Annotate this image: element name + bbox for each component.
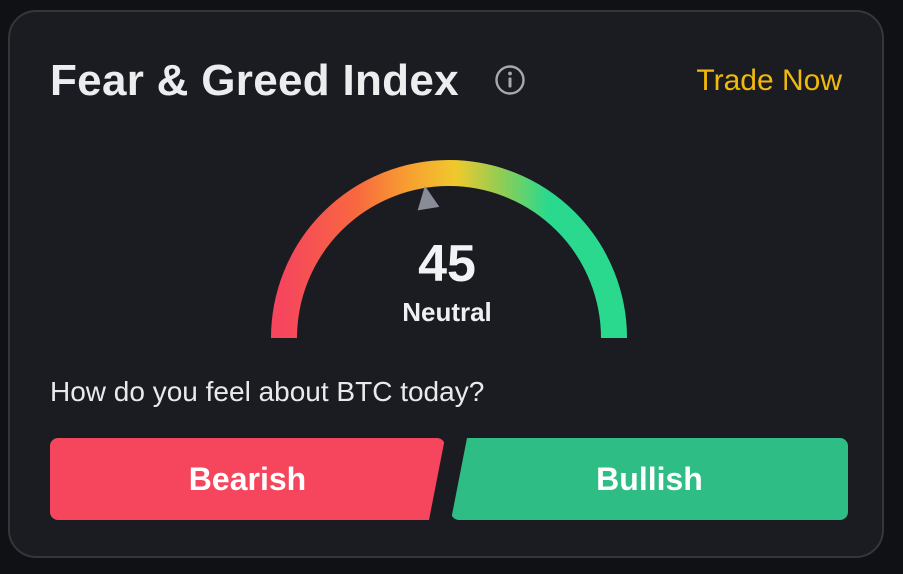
widget-title: Fear & Greed Index <box>50 56 459 105</box>
gauge-label: Neutral <box>402 297 492 327</box>
gauge-value: 45 <box>418 235 476 293</box>
info-icon[interactable] <box>494 64 526 96</box>
sentiment-question: How do you feel about BTC today? <box>50 376 485 407</box>
bearish-button[interactable]: Bearish <box>50 438 445 520</box>
bullish-button[interactable]: Bullish <box>451 438 848 520</box>
fear-greed-card: Fear & Greed Index Trade Now 45 Neutral … <box>8 10 884 558</box>
trade-now-link[interactable]: Trade Now <box>696 64 842 98</box>
